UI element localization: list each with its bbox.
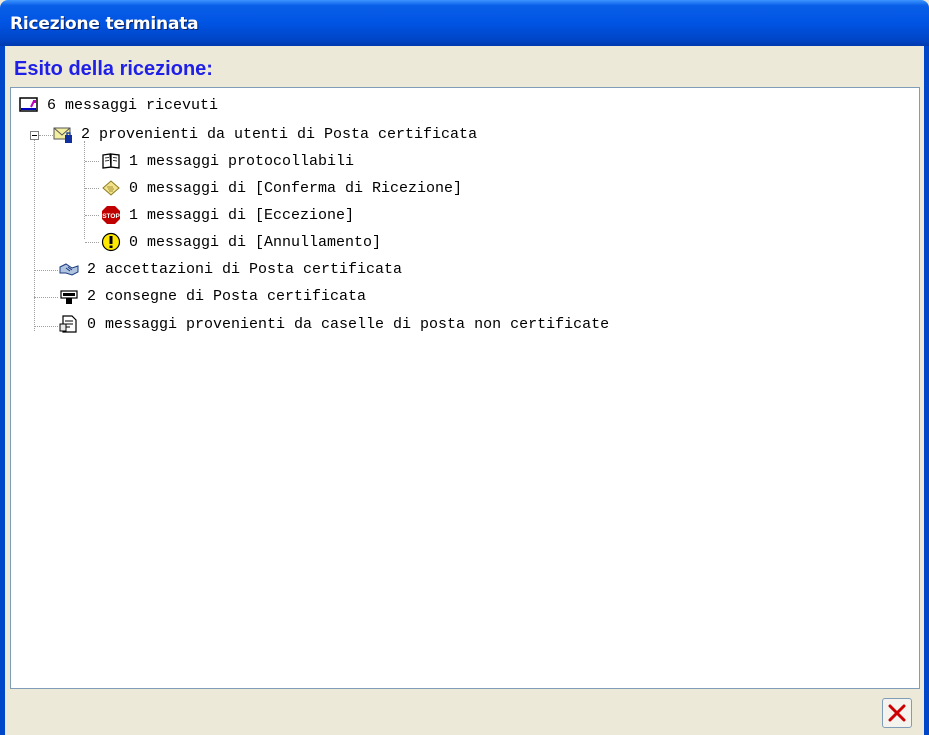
warning-icon [101, 232, 121, 252]
tree-hline-child3 [85, 215, 99, 216]
window-title: Ricezione terminata [10, 14, 199, 34]
tree-item-annullamento[interactable]: 0 messaggi di [Annullamento] [101, 229, 381, 255]
note-icon [101, 178, 121, 198]
tree-item-protocollabili[interactable]: 1 messaggi protocollabili [101, 148, 354, 174]
tree-label-protocollabili: 1 messaggi protocollabili [129, 152, 355, 170]
tree-item-accettazioni[interactable]: 2 accettazioni di Posta certificata [59, 256, 402, 282]
inbox-icon [19, 95, 39, 115]
stop-icon: STOP [101, 205, 121, 225]
svg-text:STOP: STOP [102, 213, 120, 220]
certified-mail-icon [53, 124, 73, 144]
tree-hline-child2 [85, 188, 99, 189]
window-frame-left [0, 46, 5, 735]
tree-item-root[interactable]: 6 messaggi ricevuti [19, 92, 218, 118]
document-icon [59, 314, 79, 334]
tree-label-annullamento: 0 messaggi di [Annullamento] [129, 233, 382, 251]
close-icon [887, 703, 907, 723]
tree-label-consegne: 2 consegne di Posta certificata [87, 287, 367, 305]
tree-label-group1: 2 provenienti da utenti di Posta certifi… [81, 125, 478, 143]
tree-hline-group1 [39, 135, 53, 136]
tree-item-consegne[interactable]: 2 consegne di Posta certificata [59, 283, 366, 309]
tree-item-non-certificate[interactable]: 0 messaggi provenienti da caselle di pos… [59, 311, 609, 337]
tree-hline-noncert [34, 326, 58, 327]
tree-hline-child4 [85, 242, 99, 243]
tree-hline-consegne [34, 297, 58, 298]
close-button[interactable] [882, 698, 912, 728]
tree-label-root: 6 messaggi ricevuti [47, 96, 219, 114]
tree-hline-child1 [85, 161, 99, 162]
tree-line-main [34, 135, 35, 331]
tree-label-conferma: 0 messaggi di [Conferma di Ricezione] [129, 179, 463, 197]
tree-item-group1[interactable]: 2 provenienti da utenti di Posta certifi… [53, 121, 477, 147]
tree-line-group1 [84, 141, 85, 239]
tree-label-non-certificate: 0 messaggi provenienti da caselle di pos… [87, 315, 610, 333]
title-bar[interactable]: Ricezione terminata [0, 0, 929, 46]
result-heading: Esito della ricezione: [14, 58, 213, 80]
tree-label-eccezione: 1 messaggi di [Eccezione] [129, 206, 355, 224]
tree-hline-accettazioni [34, 270, 58, 271]
result-tree[interactable]: 6 messaggi ricevuti 2 provenienti da ute… [10, 87, 920, 689]
dialog-window: Ricezione terminata Esito della ricezion… [0, 0, 929, 735]
book-icon [101, 151, 121, 171]
handshake-icon [59, 259, 79, 279]
tree-label-accettazioni: 2 accettazioni di Posta certificata [87, 260, 403, 278]
collapse-toggle-group1[interactable] [30, 131, 39, 140]
delivery-icon [59, 286, 79, 306]
tree-item-eccezione[interactable]: STOP 1 messaggi di [Eccezione] [101, 202, 354, 228]
window-frame-right [924, 46, 929, 735]
tree-item-conferma[interactable]: 0 messaggi di [Conferma di Ricezione] [101, 175, 462, 201]
